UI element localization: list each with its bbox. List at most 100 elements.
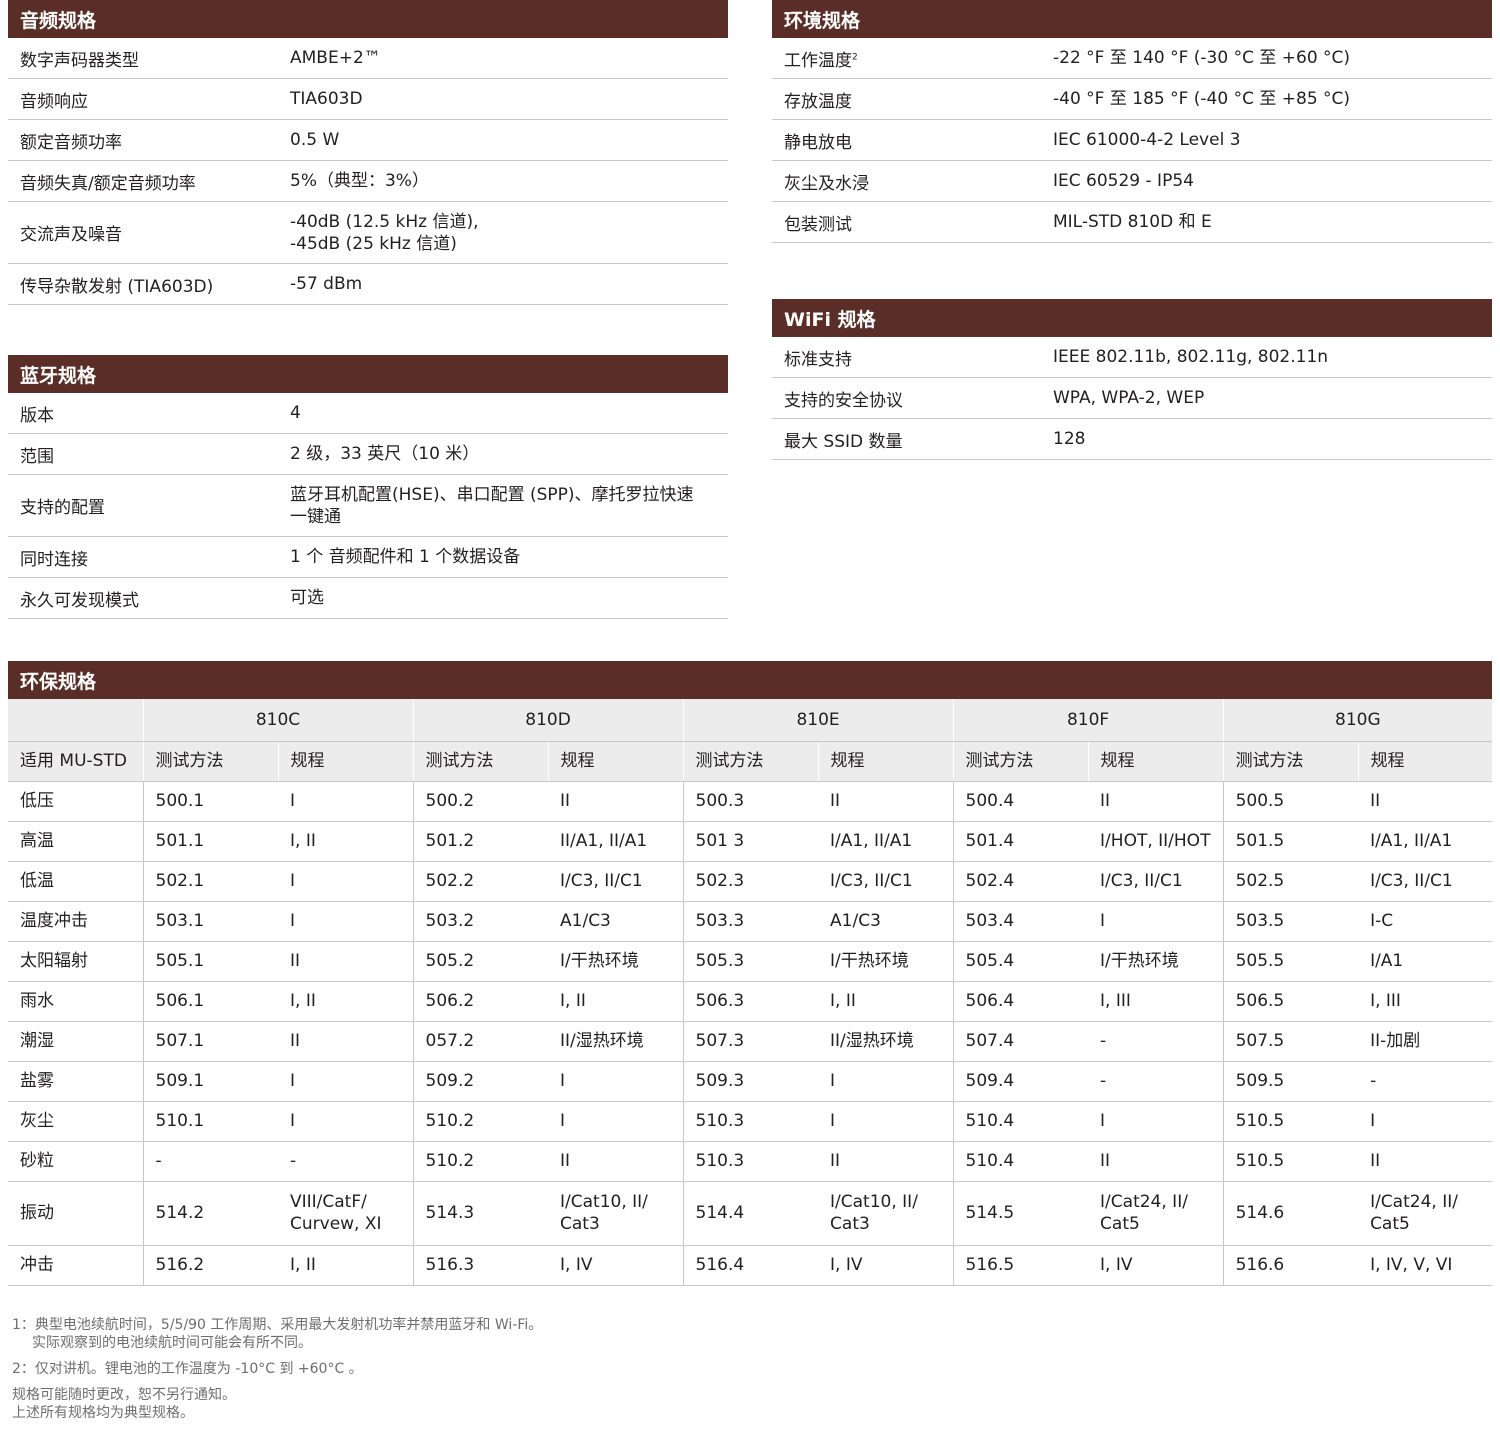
cell-line: I, II xyxy=(560,991,586,1011)
spec-label: 交流声及噪音 xyxy=(8,220,290,245)
procedure-cell: I, II xyxy=(278,981,414,1022)
sub-header-method: 测试方法 xyxy=(1222,741,1359,782)
spec-value-line: -45dB (25 kHz 信道) xyxy=(290,233,457,254)
spec-row: 同时连接 1 个 音频配件和 1 个数据设备 xyxy=(8,537,728,578)
spec-label-text: 灰尘及水浸 xyxy=(784,173,869,194)
cell-line: 503.1 xyxy=(155,911,205,931)
method-cell: 502.2 xyxy=(412,861,549,902)
spec-rows: 工作温度2 -22 °F 至 140 °F (-30 °C 至 +60 °C) 存放… xyxy=(772,38,1492,243)
spec-label-text: 音频响应 xyxy=(20,91,88,112)
spec-row: 标准支持 IEEE 802.11b, 802.11g, 802.11n xyxy=(772,337,1492,378)
footnote-1-cont: 实际观察到的电池续航时间可能会有所不同。 xyxy=(32,1335,312,1351)
method-cell: 501 3 xyxy=(682,821,819,862)
method-cell: 500.4 xyxy=(952,781,1089,822)
spec-value-line: 128 xyxy=(1053,429,1086,449)
spec-label: 范围 xyxy=(8,442,290,467)
spec-label-text: 包装测试 xyxy=(784,214,852,235)
method-cell: 516.5 xyxy=(952,1245,1089,1286)
spec-label-text: 永久可发现模式 xyxy=(20,590,139,611)
method-cell: 501.4 xyxy=(952,821,1089,862)
spec-value-line: -22 °F 至 140 °F (-30 °C 至 +60 °C) xyxy=(1053,48,1351,68)
spec-value-line: -40dB (12.5 kHz 信道), xyxy=(290,211,479,232)
cell-line: 502.5 xyxy=(1235,871,1285,891)
method-cell: 505.5 xyxy=(1222,941,1359,982)
procedure-cell: I xyxy=(548,1061,684,1102)
spec-value-line: WPA, WPA-2, WEP xyxy=(1053,388,1205,408)
method-cell: 503.1 xyxy=(142,901,278,942)
method-cell: 500.1 xyxy=(142,781,278,822)
cell-line: I, II xyxy=(290,831,316,851)
cell-line: 057.2 xyxy=(425,1031,475,1051)
cell-line: 500.5 xyxy=(1235,791,1285,811)
test-name-cell: 太阳辐射 xyxy=(8,941,143,982)
cell-line: I xyxy=(290,911,296,931)
table-row: 低压 500.1 I 500.2 II 500.3 II 500.4 II 500.5 II xyxy=(8,781,1493,822)
cell-line: 510.4 xyxy=(965,1151,1015,1171)
cell-line: Cat3 xyxy=(560,1214,600,1234)
procedure-cell: II xyxy=(278,1021,414,1062)
procedure-cell: I xyxy=(278,1101,414,1142)
spec-label-text: 数字声码器类型 xyxy=(20,50,139,71)
spec-label-text: 传导杂散发射 (TIA603D) xyxy=(20,276,214,297)
test-name-cell: 冲击 xyxy=(8,1245,143,1286)
cell-line: II xyxy=(1370,1151,1381,1171)
spec-row: 音频响应 TIA603D xyxy=(8,79,728,120)
procedure-cell: I, II xyxy=(278,821,414,862)
method-cell: 506.5 xyxy=(1222,981,1359,1022)
method-cell: 501.2 xyxy=(412,821,549,862)
cell-line: II xyxy=(290,1031,301,1051)
cell-line: I/A1, II/A1 xyxy=(830,831,913,851)
spec-row: 传导杂散发射 (TIA603D) -57 dBm xyxy=(8,264,728,305)
cell-line: 510.3 xyxy=(695,1111,745,1131)
spec-label: 音频响应 xyxy=(8,87,290,112)
method-cell: 506.4 xyxy=(952,981,1089,1022)
procedure-cell: II/A1, II/A1 xyxy=(548,821,684,862)
method-cell: 500.5 xyxy=(1222,781,1359,822)
spec-value: -57 dBm xyxy=(290,273,362,295)
spec-value: 1 个 音频配件和 1 个数据设备 xyxy=(290,546,520,568)
method-cell: 510.3 xyxy=(682,1141,819,1182)
cell-line: I/Cat24, II/ xyxy=(1100,1192,1188,1212)
cell-line: I xyxy=(290,1071,296,1091)
cell-line: 510.4 xyxy=(965,1111,1015,1131)
cell-line: 503.5 xyxy=(1235,911,1285,931)
procedure-cell: I xyxy=(548,1101,684,1142)
spec-value: 4 xyxy=(290,402,301,424)
standard-header: 810G xyxy=(1222,699,1493,742)
spec-rows: 数字声码器类型 AMBE+2™ 音频响应 TIA603D 额定音频功率 0.5 W 音频失真… xyxy=(8,38,728,305)
spec-label: 永久可发现模式 xyxy=(8,586,290,611)
cell-line: 505.4 xyxy=(965,951,1015,971)
method-cell: 505.2 xyxy=(412,941,549,982)
spec-label: 支持的安全协议 xyxy=(772,386,1053,411)
method-cell: 506.3 xyxy=(682,981,819,1022)
test-name-cell: 潮湿 xyxy=(8,1021,143,1062)
cell-line: I/A1, II/A1 xyxy=(1370,831,1453,851)
procedure-cell: I, III xyxy=(1088,981,1224,1022)
cell-line: - xyxy=(1370,1071,1377,1091)
standard-header-row: 810C 810D 810E 810F 810G xyxy=(8,699,1493,742)
method-cell: 510.3 xyxy=(682,1101,819,1142)
cell-line: 510.2 xyxy=(425,1111,475,1131)
procedure-cell: I xyxy=(1358,1101,1493,1142)
procedure-cell: I, IV xyxy=(1088,1245,1224,1286)
test-name-cell: 雨水 xyxy=(8,981,143,1022)
procedure-cell: II xyxy=(1358,781,1493,822)
procedure-cell: II/湿热环境 xyxy=(818,1021,954,1062)
cell-line: 500.1 xyxy=(155,791,205,811)
spec-label-text: 交流声及噪音 xyxy=(20,225,122,245)
spec-value: 0.5 W xyxy=(290,129,339,151)
procedure-cell: - xyxy=(1358,1061,1493,1102)
procedure-cell: I/C3, II/C1 xyxy=(1358,861,1493,902)
method-cell: 502.3 xyxy=(682,861,819,902)
bluetooth-specs-section: 蓝牙规格 版本 4 范围 2 级，33 英尺（10 米） 支持的配置 蓝牙耳机配置(HSE… xyxy=(8,355,728,619)
procedure-cell: I/干热环境 xyxy=(818,941,954,982)
table-row: 盐雾 509.1 I 509.2 I 509.3 I 509.4 - 509.5 - xyxy=(8,1061,1493,1102)
spec-label: 版本 xyxy=(8,401,290,426)
spec-value: WPA, WPA-2, WEP xyxy=(1053,387,1204,409)
cell-line: 505.5 xyxy=(1235,951,1285,971)
method-cell: 516.2 xyxy=(142,1245,278,1286)
method-cell: 510.2 xyxy=(412,1101,549,1142)
procedure-cell: I/干热环境 xyxy=(548,941,684,982)
cell-line: 509.5 xyxy=(1235,1071,1285,1091)
cell-line: I xyxy=(1100,911,1106,931)
